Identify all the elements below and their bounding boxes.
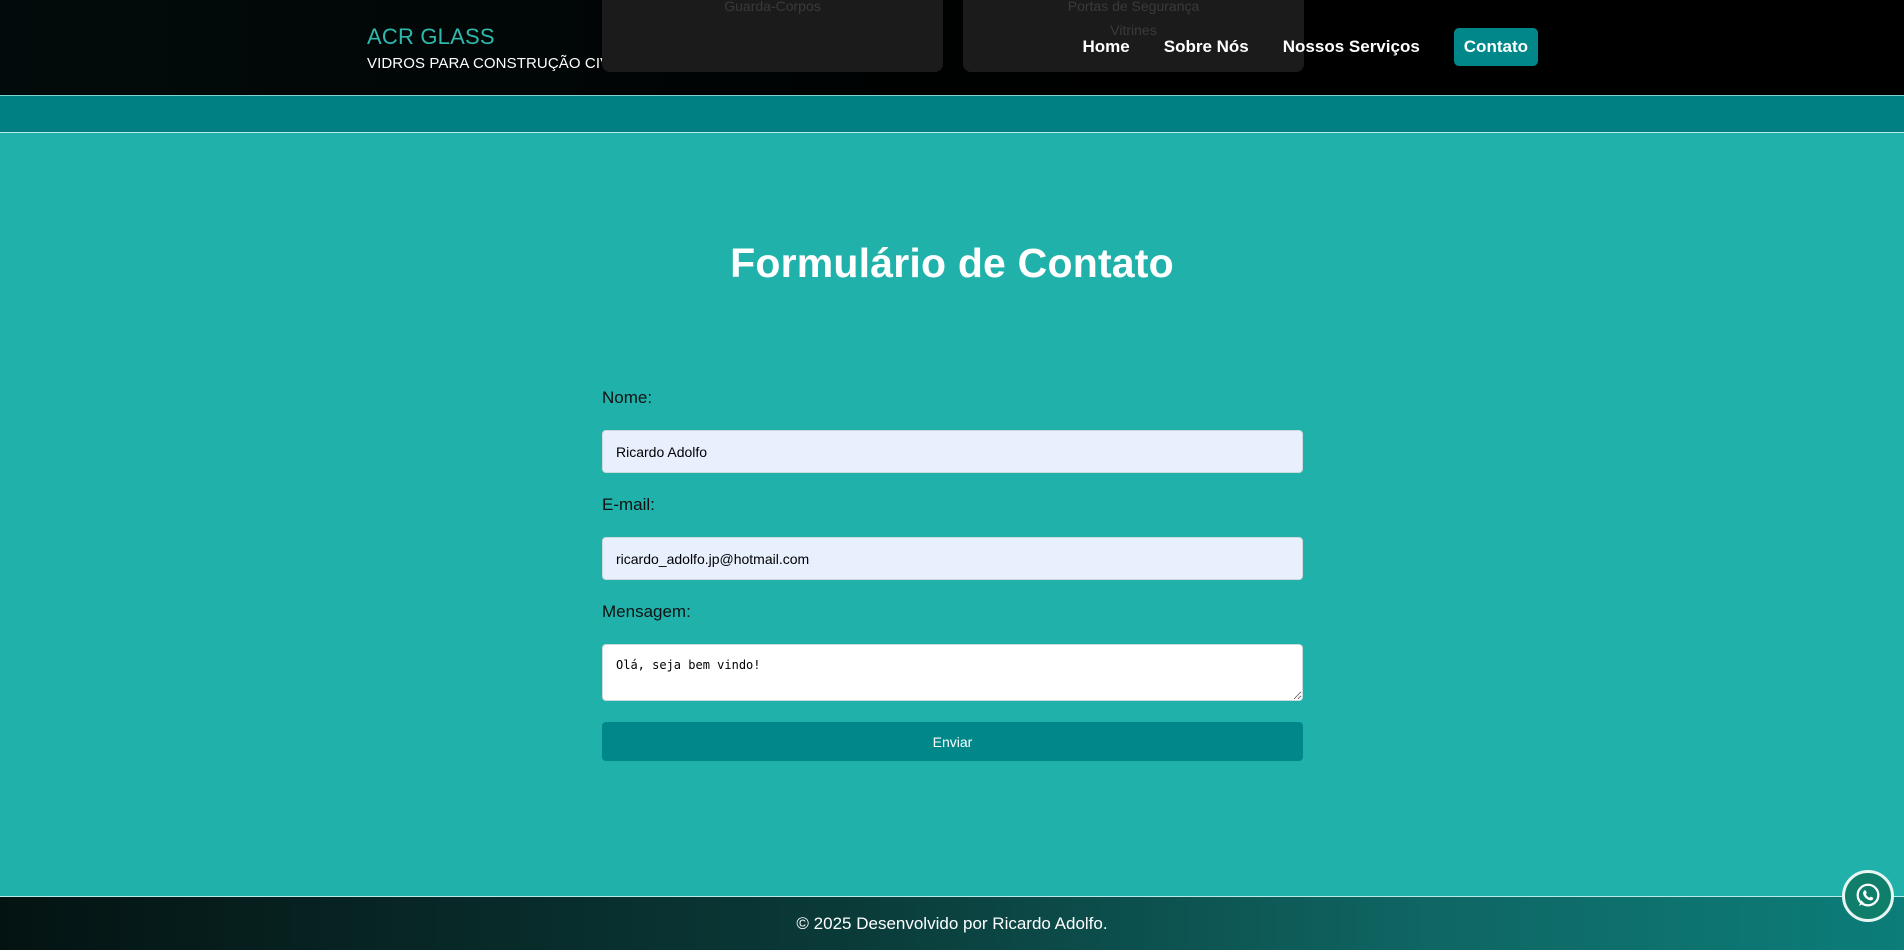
service-card-label: Portas de Segurança (1067, 0, 1200, 14)
header-divider-band (0, 95, 1904, 133)
whatsapp-icon (1856, 883, 1880, 907)
email-field[interactable] (602, 537, 1303, 580)
name-label: Nome: (602, 388, 653, 407)
whatsapp-button[interactable] (1842, 870, 1894, 922)
message-label: Mensagem: (602, 602, 691, 621)
nav-link-contact[interactable]: Contato (1453, 28, 1538, 66)
service-card-behind-header: Guarda-Corpos (602, 0, 943, 72)
message-field[interactable]: Olá, seja bem vindo! (602, 644, 1303, 701)
site-header: ACR GLASS VIDROS PARA CONSTRUÇÃO CIVIL G… (0, 0, 1904, 95)
name-field[interactable] (602, 430, 1303, 473)
contact-form: Nome: E-mail: Mensagem: Olá, seja bem vi… (602, 388, 1303, 761)
site-footer: © 2025 Desenvolvido por Ricardo Adolfo. (0, 896, 1904, 950)
brand-subtitle: VIDROS PARA CONSTRUÇÃO CIVIL (367, 55, 623, 72)
nav-link-home[interactable]: Home (1083, 37, 1130, 57)
main-nav: Home Sobre Nós Nossos Serviços Contato (1083, 28, 1538, 66)
nav-link-about[interactable]: Sobre Nós (1164, 37, 1249, 57)
service-card-label: Guarda-Corpos (724, 0, 821, 14)
footer-text: © 2025 Desenvolvido por Ricardo Adolfo. (796, 914, 1108, 933)
nav-link-services[interactable]: Nossos Serviços (1283, 37, 1420, 57)
brand[interactable]: ACR GLASS VIDROS PARA CONSTRUÇÃO CIVIL (367, 24, 623, 73)
brand-title: ACR GLASS (367, 24, 495, 49)
email-label: E-mail: (602, 495, 655, 514)
page-title: Formulário de Contato (730, 240, 1174, 286)
submit-button[interactable]: Enviar (602, 722, 1303, 761)
